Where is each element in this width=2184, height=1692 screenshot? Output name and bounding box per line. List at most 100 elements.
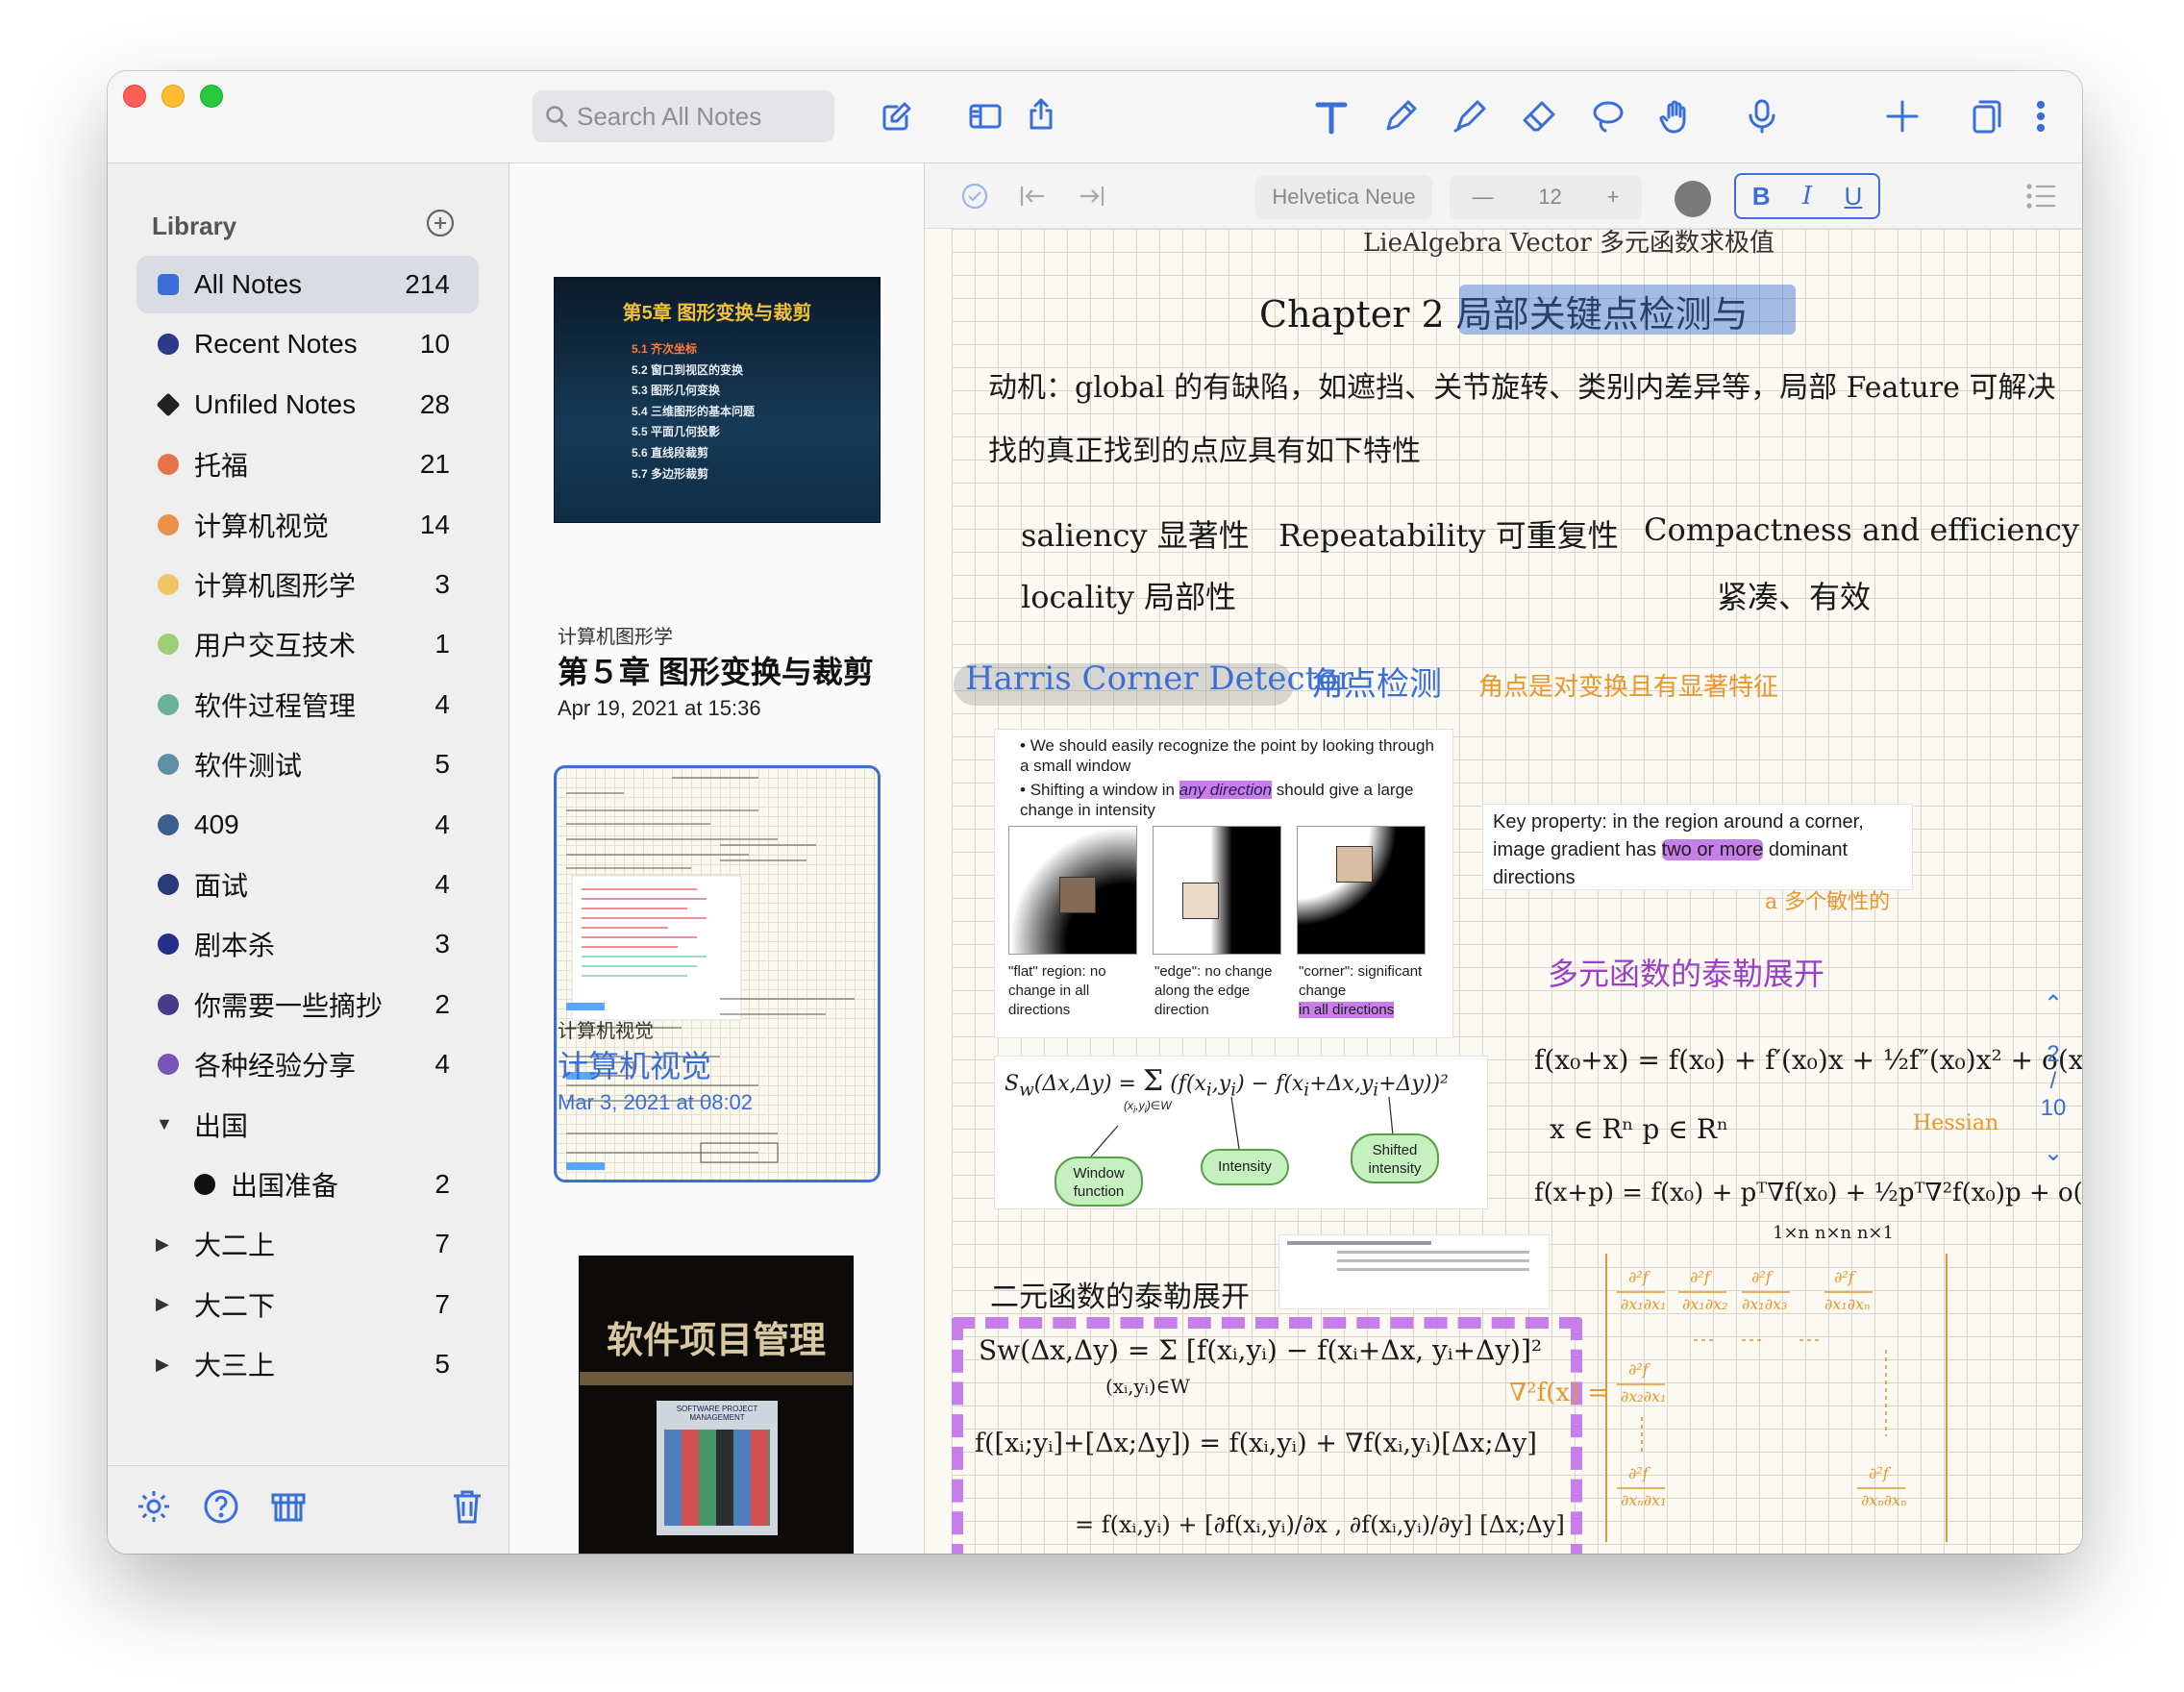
page-down-icon[interactable]: ⌄ bbox=[2034, 1139, 2072, 1167]
app-window: Search All Notes Library All Notes 214 Rec… bbox=[108, 71, 2082, 1554]
zoom-window-button[interactable] bbox=[200, 85, 223, 108]
chevron-right-icon[interactable]: ▶ bbox=[156, 1234, 169, 1255]
minimize-window-button[interactable] bbox=[161, 85, 185, 108]
sidebar-item[interactable]: ▼ 出国 bbox=[136, 1096, 479, 1154]
pasted-small-snippet[interactable] bbox=[1278, 1234, 1550, 1309]
note-thumbnail[interactable]: 软件项目管理 SOFTWARE PROJECT MANAGEMENT bbox=[579, 1256, 854, 1554]
label-window-function: Window function bbox=[1055, 1157, 1143, 1207]
pen-tool-icon[interactable] bbox=[1377, 92, 1425, 140]
add-icon[interactable] bbox=[1878, 92, 1926, 140]
text-tool-icon[interactable] bbox=[1307, 92, 1355, 140]
help-icon[interactable] bbox=[202, 1487, 240, 1530]
note-title-selected[interactable]: 计算机视觉 bbox=[558, 1042, 711, 1086]
note-canvas[interactable]: LieAlgebra Vector 多元函数求极值 Chapter 2 局部关键… bbox=[952, 229, 2082, 1554]
sidebar-item[interactable]: 各种经验分享 4 bbox=[136, 1035, 479, 1093]
sidebar-item[interactable]: ▶ 大二上 7 bbox=[136, 1215, 479, 1273]
sidebar-item[interactable]: 计算机图形学 3 bbox=[136, 556, 479, 613]
sidebar-item[interactable]: 剧本杀 3 bbox=[136, 915, 479, 973]
sidebar-item[interactable]: 面试 4 bbox=[136, 856, 479, 913]
pasted-slide-energy[interactable]: Sw(Δx,Δy) = Σ (f(xi,yi) − f(xi+Δx,yi+Δy)… bbox=[994, 1056, 1488, 1209]
sidebar-item[interactable]: 出国准备 2 bbox=[136, 1156, 479, 1213]
sidebar-item-count: 14 bbox=[419, 509, 450, 539]
sidebar-item[interactable]: Unfiled Notes 28 bbox=[136, 376, 479, 434]
share-icon[interactable] bbox=[1017, 90, 1065, 138]
note-category: 计算机图形学 bbox=[558, 627, 673, 648]
notebook-color-icon bbox=[158, 874, 179, 895]
size-increase-button[interactable]: + bbox=[1607, 185, 1620, 210]
italic-button[interactable]: I bbox=[1802, 182, 1812, 211]
sidebar-item[interactable]: 软件测试 5 bbox=[136, 735, 479, 793]
clock-icon bbox=[158, 334, 179, 356]
sidebar-item[interactable]: 软件过程管理 4 bbox=[136, 676, 479, 734]
slide-bullet: • We should easily recognize the point b… bbox=[1020, 736, 1434, 775]
key-note: a 多个敏性的 bbox=[1765, 890, 1891, 914]
close-window-button[interactable] bbox=[123, 85, 146, 108]
lasso-icon[interactable] bbox=[1584, 92, 1632, 140]
more-icon[interactable] bbox=[2017, 92, 2065, 140]
sidebar-item[interactable]: All Notes 214 bbox=[136, 256, 479, 313]
thumb-band bbox=[580, 1372, 853, 1385]
outdent-icon[interactable] bbox=[1017, 181, 1048, 216]
pasted-slide-corners[interactable]: • We should easily recognize the point b… bbox=[994, 729, 1453, 1038]
svg-text:∂²f: ∂²f bbox=[1628, 1360, 1651, 1379]
font-size-stepper[interactable]: — 12 + bbox=[1450, 175, 1642, 219]
flat-window bbox=[1008, 826, 1137, 955]
note-title[interactable]: 第５章 图形变换与裁剪 bbox=[558, 648, 874, 692]
sw-equation: Sw(Δx,Δy) = Σ [f(xᵢ,yᵢ) − f(xᵢ+Δx, yᵢ+Δy… bbox=[979, 1334, 1543, 1366]
note-thumbnail-selected[interactable] bbox=[554, 765, 881, 1182]
page-up-icon[interactable]: ⌃ bbox=[2034, 990, 2072, 1018]
chevron-down-icon[interactable]: ▼ bbox=[156, 1114, 173, 1134]
taylor-nd: f(x+p) = f(x₀) + pᵀ∇f(x₀) + ½pᵀ∇²f(x₀)p … bbox=[1534, 1179, 2082, 1207]
add-notebook-icon[interactable] bbox=[425, 208, 456, 243]
edge-window bbox=[1153, 826, 1281, 955]
sidebar-item-count: 2 bbox=[434, 988, 450, 1019]
underline-button[interactable]: U bbox=[1845, 182, 1863, 212]
sidebar-item[interactable]: ▶ 大三上 5 bbox=[136, 1335, 479, 1393]
sidebar-item[interactable]: Recent Notes 10 bbox=[136, 315, 479, 373]
key-property-box[interactable]: Key property: in the region around a cor… bbox=[1482, 804, 1913, 890]
sidebar-toggle-icon[interactable] bbox=[961, 92, 1009, 140]
indent-icon[interactable] bbox=[1077, 181, 1107, 216]
highlighter-icon[interactable] bbox=[1446, 92, 1494, 140]
chevron-right-icon[interactable]: ▶ bbox=[156, 1294, 169, 1314]
notebook-color-icon bbox=[158, 933, 179, 956]
trash-icon[interactable] bbox=[450, 1487, 484, 1530]
compose-icon[interactable] bbox=[873, 92, 921, 140]
chevron-right-icon[interactable]: ▶ bbox=[156, 1355, 169, 1375]
search-field[interactable]: Search All Notes bbox=[533, 90, 834, 142]
notebook-color-icon bbox=[158, 574, 179, 595]
library-heading: Library bbox=[152, 212, 237, 240]
sidebar-item[interactable]: 计算机视觉 14 bbox=[136, 496, 479, 554]
eraser-icon[interactable] bbox=[1515, 92, 1563, 140]
slide-bullet: • Shifting a window in any direction sho… bbox=[1020, 781, 1414, 819]
sidebar-item[interactable]: 你需要一些摘抄 2 bbox=[136, 976, 479, 1033]
notebook-color-icon bbox=[158, 754, 179, 776]
sidebar-item[interactable]: 托福 21 bbox=[136, 435, 479, 493]
corner-window bbox=[1297, 826, 1426, 955]
size-decrease-button[interactable]: — bbox=[1472, 185, 1493, 210]
stack-icon bbox=[156, 392, 181, 417]
sidebar-item[interactable]: ▶ 大二下 7 bbox=[136, 1276, 479, 1333]
checklist-icon[interactable] bbox=[959, 181, 990, 216]
sidebar-item[interactable]: 用户交互技术 1 bbox=[136, 615, 479, 673]
property-saliency: saliency 显著性 bbox=[1021, 517, 1250, 554]
font-selector[interactable]: Helvetica Neue bbox=[1255, 175, 1432, 219]
format-bar: Helvetica Neue — 12 + B I U bbox=[925, 163, 2082, 229]
note-thumbnail[interactable]: 第5章 图形变换与裁剪 5.1 齐次坐标 5.2 窗口到视区的变换 5.3 图形… bbox=[554, 277, 881, 523]
store-icon[interactable] bbox=[269, 1487, 308, 1530]
caption-corner: "corner": significant change in all dire… bbox=[1299, 962, 1443, 1020]
sidebar-item-count: 4 bbox=[434, 809, 450, 839]
sidebar-item-label: Unfiled Notes bbox=[194, 388, 357, 419]
bold-button[interactable]: B bbox=[1752, 182, 1771, 212]
hand-tool-icon[interactable] bbox=[1651, 92, 1700, 140]
sidebar-item-label: 计算机图形学 bbox=[194, 571, 357, 601]
list-icon[interactable] bbox=[2026, 183, 2057, 214]
thumb-line: 5.4 三维图形的基本问题 bbox=[632, 404, 756, 418]
text-color-button[interactable] bbox=[1675, 181, 1711, 217]
pages-icon[interactable] bbox=[1963, 92, 2011, 140]
microphone-icon[interactable] bbox=[1738, 92, 1786, 140]
settings-icon[interactable] bbox=[135, 1487, 173, 1530]
sidebar-item[interactable]: 409 4 bbox=[136, 796, 479, 854]
sidebar-item-label: 面试 bbox=[194, 871, 249, 901]
cover-box: SOFTWARE PROJECT MANAGEMENT bbox=[657, 1401, 778, 1535]
